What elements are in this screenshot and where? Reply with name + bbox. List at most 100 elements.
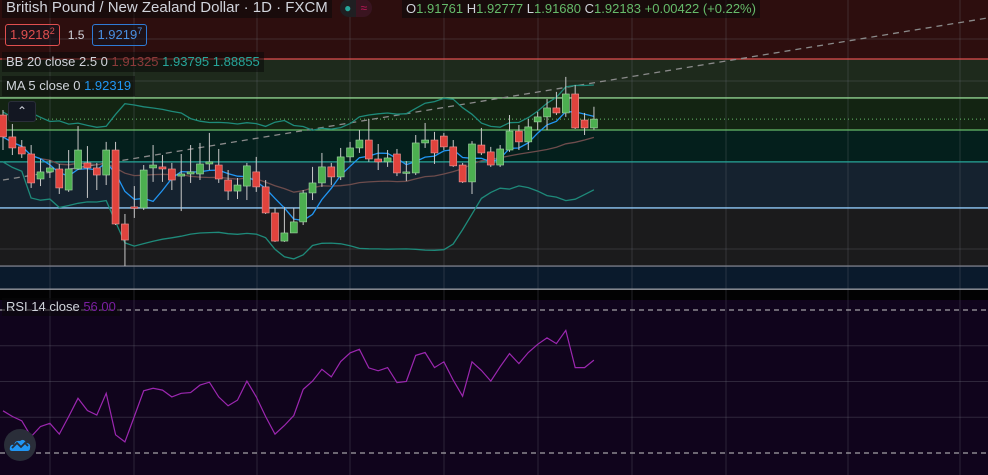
candle-body-down — [224, 179, 232, 192]
candle-body-up — [149, 164, 157, 169]
candle-body-down — [111, 149, 120, 225]
sell-button[interactable]: 1.92182 — [5, 24, 60, 46]
candle-body-down — [158, 166, 167, 170]
sell-price: 1.9218 — [10, 27, 50, 42]
candle-body-up — [505, 130, 514, 151]
candle-body-up — [177, 173, 186, 177]
candle-body-up — [186, 171, 195, 175]
candle-body-up — [318, 166, 326, 184]
candle-body-up — [289, 221, 298, 234]
candle-body-up — [139, 169, 148, 209]
candle-body-up — [411, 142, 420, 174]
rsi-legend[interactable]: RSI 14 close 56.00 — [2, 298, 120, 316]
candle-body-up — [233, 184, 242, 192]
candle-body-up — [421, 139, 429, 144]
candle-body-up — [590, 118, 598, 129]
candle-body-up — [280, 232, 289, 242]
close-label: C — [584, 1, 595, 16]
candle-body-up — [205, 161, 214, 165]
buy-button[interactable]: 1.92197 — [92, 24, 148, 46]
candle-body-down — [486, 151, 495, 166]
trade-panel: 1.92182 1.5 1.92197 — [5, 24, 148, 46]
open-label: O — [406, 1, 417, 16]
bb-legend[interactable]: BB 20 close 2.5 0 1.91325 1.93795 1.8885… — [2, 52, 264, 72]
candle — [271, 207, 279, 242]
candle — [111, 141, 120, 226]
data-delay-icon: ≈ — [355, 0, 372, 17]
candle-body-up — [543, 107, 551, 118]
bb-upper-value: 1.93795 — [162, 54, 210, 69]
candle-body-down — [365, 139, 373, 160]
candle-body-down — [580, 119, 589, 129]
bb-label: BB 20 close 2.5 0 — [6, 54, 108, 69]
collapse-legend-button[interactable]: ⌃ — [8, 101, 36, 122]
high-value: 1.92777 — [476, 1, 524, 16]
candle — [458, 162, 467, 183]
candle-body-down — [55, 168, 64, 189]
candle-body-down — [8, 136, 17, 149]
candle-body-down — [252, 171, 261, 188]
buy-pip: 7 — [137, 26, 143, 36]
chevron-up-icon: ⌃ — [16, 104, 28, 118]
candle — [139, 165, 148, 211]
status-pill[interactable]: ● ≈ — [339, 0, 372, 17]
candle-body-down — [552, 107, 561, 114]
candle-body-up — [468, 143, 476, 183]
candle-body-up — [496, 148, 504, 166]
low-value: 1.91680 — [534, 1, 581, 16]
candle-body-down — [571, 93, 579, 129]
candle-body-down — [168, 168, 176, 181]
price-zone — [0, 266, 988, 290]
candle-body-up — [36, 171, 45, 180]
candle-body-up — [46, 167, 54, 173]
candle-body-up — [308, 182, 317, 194]
candle-body-up — [533, 116, 542, 123]
candle-body-down — [27, 153, 35, 184]
candle-body-down — [0, 114, 7, 138]
cloud-chart-icon — [9, 439, 31, 451]
symbol-title[interactable]: British Pound / New Zealand Dollar · 1D … — [2, 0, 332, 18]
ma-legend[interactable]: MA 5 close 0 1.92319 — [2, 76, 136, 96]
candle-body-up — [355, 139, 364, 149]
rsi-value: 56.00 — [83, 299, 116, 314]
open-value: 1.91761 — [416, 1, 464, 16]
candle-body-up — [402, 171, 411, 174]
candle-body-up — [346, 147, 354, 158]
candle-body-up — [299, 192, 307, 223]
candle-body-up — [64, 168, 73, 191]
market-open-dot-icon: ● — [344, 1, 352, 15]
buy-price: 1.9219 — [97, 27, 138, 42]
bb-basis-value: 1.91325 — [111, 54, 159, 69]
candle-body-up — [524, 126, 533, 143]
ohlc-readout: O1.91761 H1.92777 L1.91680 C1.92183 +0.0… — [402, 0, 760, 18]
candle-body-down — [327, 166, 336, 178]
price-zone — [0, 97, 988, 131]
candle-body-down — [271, 212, 279, 242]
candle-body-down — [214, 164, 223, 180]
bb-lower-value: 1.88855 — [212, 54, 260, 69]
change-value: +0.00422 (+0.22%) — [644, 1, 756, 16]
high-label: H — [466, 1, 477, 16]
candle-body-down — [121, 223, 129, 241]
candle-body-up — [243, 165, 251, 187]
candle — [299, 190, 307, 226]
candle-body-down — [477, 144, 486, 154]
candle-body-down — [515, 130, 523, 143]
candle-body-down — [130, 206, 139, 209]
candle-body-down — [440, 135, 448, 148]
candle-body-up — [74, 149, 82, 170]
rsi-label: RSI 14 close — [6, 299, 80, 314]
quantity-value[interactable]: 1.5 — [68, 28, 85, 42]
candle-body-down — [17, 146, 26, 155]
candle-body-up — [102, 149, 110, 176]
candle-body-up — [196, 163, 204, 175]
candle-body-down — [261, 186, 270, 214]
low-label: L — [526, 1, 534, 16]
candle-body-down — [458, 164, 467, 183]
candle-body-up — [383, 157, 392, 163]
logo-button[interactable] — [4, 429, 36, 461]
candle-body-down — [449, 146, 458, 167]
symbol-header: British Pound / New Zealand Dollar · 1D … — [2, 0, 372, 18]
close-value: 1.92183 — [594, 1, 642, 16]
candle-body-up — [336, 156, 345, 178]
